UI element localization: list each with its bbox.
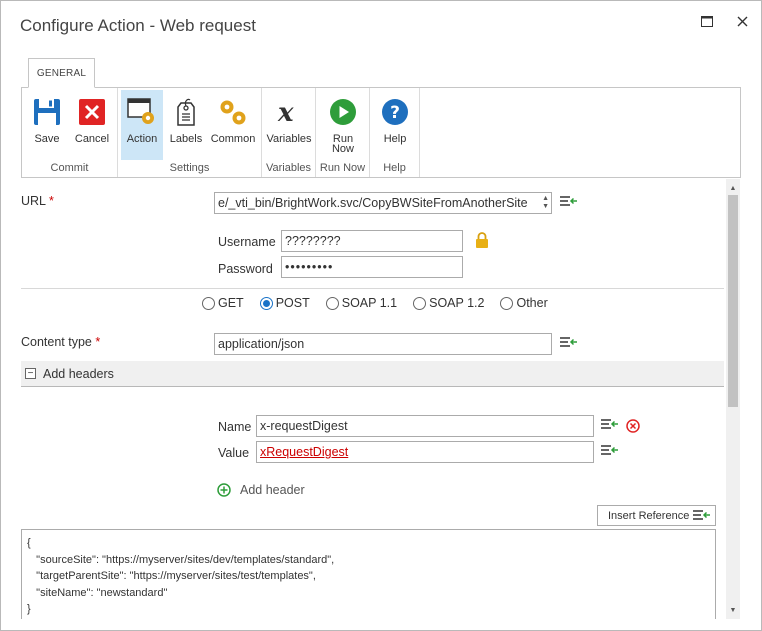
maximize-button[interactable] bbox=[697, 11, 717, 31]
url-spinner-icon[interactable]: ▲ ▼ bbox=[542, 195, 549, 211]
body-line: { bbox=[27, 537, 31, 549]
header-name-input[interactable]: x-requestDigest bbox=[256, 415, 594, 437]
content-type-input[interactable]: application/json bbox=[214, 333, 552, 355]
group-label-commit: Commit bbox=[50, 162, 89, 174]
content-scrollbar[interactable]: ▲ ▼ bbox=[726, 179, 740, 619]
cancel-icon bbox=[79, 99, 105, 125]
svg-text:x: x bbox=[277, 98, 294, 126]
labels-label: Labels bbox=[169, 133, 203, 145]
cancel-button[interactable]: Cancel bbox=[72, 90, 112, 160]
add-headers-section[interactable]: − Add headers bbox=[21, 361, 724, 387]
password-input[interactable]: ••••••••• bbox=[281, 256, 463, 278]
action-button[interactable]: Action bbox=[121, 90, 163, 160]
help-button[interactable]: ? Help bbox=[375, 90, 415, 160]
body-line: } bbox=[27, 603, 31, 615]
request-body-textarea[interactable]: { "sourceSite": "https://myserver/sites/… bbox=[21, 529, 716, 619]
save-label: Save bbox=[34, 133, 60, 145]
body-line: "siteName": "newstandard" bbox=[27, 586, 168, 599]
cancel-label: Cancel bbox=[74, 133, 110, 145]
username-label: Username bbox=[218, 235, 276, 249]
group-label-help: Help bbox=[383, 162, 406, 174]
remove-header-icon[interactable] bbox=[626, 419, 640, 433]
help-label: Help bbox=[383, 133, 407, 145]
common-label: Common bbox=[210, 133, 256, 145]
group-label-settings: Settings bbox=[169, 162, 210, 174]
insert-reference-url-icon[interactable] bbox=[560, 195, 578, 209]
radio-soap-1-2[interactable]: SOAP 1.2 bbox=[413, 296, 484, 310]
header-value-reference: xRequestDigest bbox=[260, 445, 349, 459]
radio-soap11-circle bbox=[325, 296, 339, 310]
ribbon-group-commit: Save Cancel Commit bbox=[22, 88, 118, 177]
insert-reference-button[interactable]: Insert Reference bbox=[597, 505, 716, 526]
collapse-icon[interactable]: − bbox=[25, 368, 36, 379]
group-label-run-now: Run Now bbox=[319, 162, 366, 174]
close-button[interactable] bbox=[732, 11, 752, 31]
variables-icon: x bbox=[277, 98, 294, 126]
run-now-button[interactable]: Run Now bbox=[321, 90, 365, 160]
header-name-label: Name bbox=[218, 420, 252, 434]
lock-icon[interactable] bbox=[475, 232, 489, 249]
insert-reference-icon bbox=[693, 509, 711, 520]
save-button[interactable]: Save bbox=[28, 90, 66, 160]
scroll-down-icon[interactable]: ▼ bbox=[726, 603, 740, 617]
insert-reference-label: Insert Reference bbox=[608, 509, 690, 522]
content-type-label: Content type * bbox=[21, 335, 101, 349]
ribbon-group-run-now: Run Now Run Now bbox=[316, 88, 370, 177]
group-label-variables: Variables bbox=[265, 162, 312, 174]
variables-button[interactable]: x Variables bbox=[265, 90, 313, 160]
username-input[interactable]: ???????? bbox=[281, 230, 463, 252]
common-icon bbox=[220, 100, 246, 125]
close-icon bbox=[737, 16, 747, 26]
help-icon: ? bbox=[382, 99, 408, 125]
add-header-button[interactable]: Add header bbox=[217, 483, 305, 497]
radio-other-circle bbox=[500, 296, 514, 310]
maximize-icon bbox=[701, 15, 713, 27]
configure-action-dialog: Configure Action - Web request GENERAL S… bbox=[0, 0, 762, 631]
radio-get-circle bbox=[202, 296, 215, 310]
method-radio-group: GET POST SOAP 1.1 SOAP 1.2 Other bbox=[202, 296, 564, 310]
labels-icon bbox=[177, 98, 195, 126]
ribbon-group-settings: Action Labels Common Settings bbox=[118, 88, 262, 177]
add-circle-icon bbox=[217, 483, 231, 497]
common-button[interactable]: Common bbox=[208, 90, 258, 160]
action-label: Action bbox=[126, 133, 158, 145]
insert-reference-header-name-icon[interactable] bbox=[601, 418, 619, 432]
url-label: URL * bbox=[21, 194, 54, 208]
svg-text:?: ? bbox=[390, 103, 400, 123]
scroll-thumb[interactable] bbox=[728, 195, 738, 407]
save-icon bbox=[34, 99, 60, 125]
insert-reference-content-type-icon[interactable] bbox=[560, 336, 578, 350]
ribbon-group-variables: x Variables Variables bbox=[262, 88, 316, 177]
dialog-title: Configure Action - Web request bbox=[20, 16, 256, 35]
divider bbox=[21, 288, 724, 289]
labels-button[interactable]: Labels bbox=[167, 90, 205, 160]
run-now-label: Run Now bbox=[331, 133, 354, 155]
radio-soap12-circle bbox=[413, 296, 427, 310]
form-content: URL * e/_vti_bin/BrightWork.svc/CopyBWSi… bbox=[21, 179, 726, 619]
body-line: "targetParentSite": "https://myserver/si… bbox=[27, 570, 316, 582]
radio-other[interactable]: Other bbox=[500, 296, 548, 310]
password-label: Password bbox=[218, 262, 273, 276]
radio-soap-1-1[interactable]: SOAP 1.1 bbox=[325, 296, 397, 310]
header-value-label: Value bbox=[218, 446, 250, 460]
run-now-icon bbox=[330, 99, 356, 125]
body-line: "sourceSite": "https://myserver/sites/de… bbox=[27, 553, 335, 566]
radio-get[interactable]: GET bbox=[202, 296, 244, 310]
tab-general[interactable]: GENERAL bbox=[28, 58, 95, 88]
add-headers-label: Add headers bbox=[43, 366, 114, 381]
ribbon: Save Cancel Commit Action Labels Common … bbox=[21, 87, 741, 178]
action-icon bbox=[127, 98, 154, 124]
insert-reference-header-value-icon[interactable] bbox=[601, 444, 619, 458]
scroll-up-icon[interactable]: ▲ bbox=[726, 181, 740, 195]
radio-post-circle bbox=[259, 296, 273, 310]
radio-post[interactable]: POST bbox=[259, 296, 310, 310]
header-value-input[interactable]: xRequestDigest bbox=[256, 441, 594, 463]
ribbon-group-help: ? Help Help bbox=[370, 88, 420, 177]
variables-label: Variables bbox=[266, 133, 312, 145]
add-header-label: Add header bbox=[240, 483, 305, 497]
url-input[interactable]: e/_vti_bin/BrightWork.svc/CopyBWSiteFrom… bbox=[214, 192, 552, 214]
